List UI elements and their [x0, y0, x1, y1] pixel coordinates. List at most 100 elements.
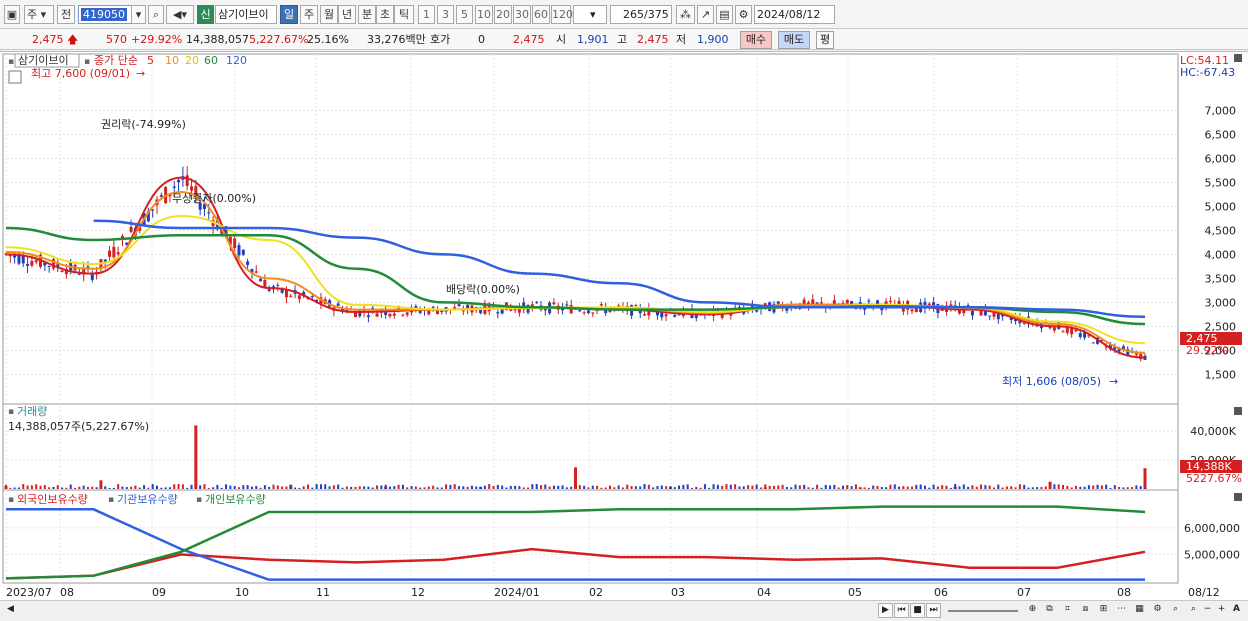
copy-icon[interactable]: ⧉ — [1042, 603, 1057, 618]
interval-20[interactable]: 20 — [494, 5, 512, 24]
interval-3[interactable]: 3 — [437, 5, 454, 24]
interval-10[interactable]: 10 — [475, 5, 493, 24]
stock-chart[interactable]: 1,5002,0002,5003,0003,5004,0004,5005,000… — [0, 52, 1248, 601]
stop-icon[interactable]: ■ — [910, 603, 925, 618]
count-field[interactable]: 265/375 — [610, 5, 672, 24]
gear-icon[interactable]: ⚙ — [735, 5, 752, 24]
volume-bar-small — [78, 486, 81, 489]
volume-bar-small — [332, 485, 335, 489]
candle-body — [599, 304, 603, 306]
period-tick[interactable]: 틱 — [394, 5, 414, 24]
volume-close-icon[interactable] — [1234, 407, 1242, 415]
interval-dropdown[interactable]: ▾ — [573, 5, 607, 24]
period-day[interactable]: 일 — [280, 5, 298, 24]
interval-5[interactable]: 5 — [456, 5, 473, 24]
volume-bar-small — [833, 484, 836, 489]
table-icon[interactable] — [8, 70, 22, 84]
last-page-icon[interactable]: ⏭ — [926, 603, 941, 618]
volume-bar-small — [104, 486, 107, 489]
price-close-icon[interactable] — [1234, 54, 1242, 62]
code-dropdown-icon[interactable]: ▾ — [131, 5, 146, 24]
draw-tools-icon[interactable]: ⋯ — [1114, 603, 1129, 618]
minus-icon[interactable]: − — [1200, 603, 1215, 618]
low-label: 저 — [676, 33, 687, 46]
stock-name-field[interactable]: 삼기이브이 — [215, 5, 277, 24]
speaker-icon[interactable]: ◀▾ — [166, 5, 194, 24]
search-small-icon[interactable]: ⌕ — [1168, 603, 1183, 618]
period-minute[interactable]: 분 — [358, 5, 376, 24]
volume-bar-small — [1044, 486, 1047, 489]
volume-bar-small — [941, 485, 944, 489]
volume-bar-small — [26, 485, 29, 489]
volume-bar-small — [13, 487, 16, 489]
zoom-slider[interactable] — [948, 610, 1018, 612]
window-icon[interactable]: ▣ — [4, 5, 20, 24]
scroll-right-icon[interactable]: ▶ — [878, 603, 893, 618]
zoom-in-icon[interactable]: ⊕ — [1025, 603, 1040, 618]
volume-bar-small — [535, 484, 538, 489]
candle-body — [910, 309, 914, 312]
volume-bar-small — [712, 484, 715, 489]
candle-body — [1091, 342, 1095, 344]
candle-body — [850, 301, 854, 304]
holding-line-1 — [6, 508, 1145, 581]
volume-bar-small — [1010, 486, 1013, 489]
volume-bar-small — [501, 485, 504, 489]
type-select[interactable]: 전 — [57, 5, 75, 24]
volume-bar-small — [242, 485, 245, 489]
interval-30[interactable]: 30 — [513, 5, 531, 24]
volume-bar-small — [880, 486, 883, 489]
scroll-left-icon[interactable]: ◀ — [3, 603, 18, 618]
volume-bar-small — [699, 487, 702, 489]
market-select[interactable]: 주 ▾ — [24, 5, 54, 24]
volume-bar-small — [289, 486, 292, 489]
auto-scale-icon[interactable]: A — [1229, 603, 1244, 618]
volume-bar-small — [604, 487, 607, 489]
volume-bar-small — [406, 487, 409, 489]
volume-bar-small — [1144, 487, 1146, 489]
volume-bar-small — [665, 486, 668, 489]
volume-bar-small — [363, 486, 366, 489]
volume-bar-small — [600, 487, 603, 489]
ma20-label: 20 — [185, 54, 199, 67]
period-second[interactable]: 초 — [376, 5, 394, 24]
volume-bar-small — [997, 484, 1000, 489]
period-week[interactable]: 주 — [300, 5, 318, 24]
volume-bar-small — [911, 486, 914, 489]
volume-bar-small — [488, 484, 491, 489]
interval-60[interactable]: 60 — [532, 5, 550, 24]
grid-icon[interactable]: ▦ — [1132, 603, 1147, 618]
volume-bar-small — [302, 486, 305, 489]
interval-1[interactable]: 1 — [418, 5, 435, 24]
buy-button[interactable]: 매수 — [740, 31, 772, 49]
zoom-out-icon[interactable]: ⌕ — [1186, 603, 1201, 618]
window-split-icon[interactable]: ⧈ — [1078, 603, 1093, 618]
period-year[interactable]: 년 — [338, 5, 356, 24]
volume-bar-small — [134, 485, 137, 489]
volume-bar-small — [1001, 487, 1004, 489]
volume-bar-small — [272, 484, 275, 489]
candle-body — [241, 249, 245, 255]
date-field[interactable]: 2024/08/12 — [754, 5, 835, 24]
compare-icon[interactable]: ⁂ — [676, 5, 695, 24]
settings-icon[interactable]: ⚙ — [1150, 603, 1165, 618]
x-tick-label: 2024/01 — [494, 586, 540, 599]
interval-120[interactable]: 120 — [551, 5, 573, 24]
volume-bar-small — [151, 484, 154, 489]
ma120-label: 120 — [226, 54, 247, 67]
sell-button[interactable]: 매도 — [778, 31, 810, 49]
draw-icon[interactable]: ↗ — [697, 5, 714, 24]
volume-bar-small — [1040, 487, 1043, 489]
volume-bar-small — [639, 486, 642, 489]
first-page-icon[interactable]: ⏮ — [894, 603, 909, 618]
x-axis-labels: 2023/07 08 09 10 11 12 2024/01 02 03 04 05 06 07 08 08… — [6, 586, 1220, 599]
eval-button[interactable]: 평 — [816, 31, 834, 49]
overlay-icon[interactable]: ⊞ — [1096, 603, 1111, 618]
save-icon[interactable]: ▤ — [716, 5, 733, 24]
volume-bar-small — [138, 487, 141, 489]
plus-icon[interactable]: + — [1214, 603, 1229, 618]
search-icon[interactable]: ⌕ — [148, 5, 164, 24]
chart-type-icon[interactable]: ⌗ — [1060, 603, 1075, 618]
period-month[interactable]: 월 — [320, 5, 338, 24]
holding-close-icon[interactable] — [1234, 493, 1242, 501]
